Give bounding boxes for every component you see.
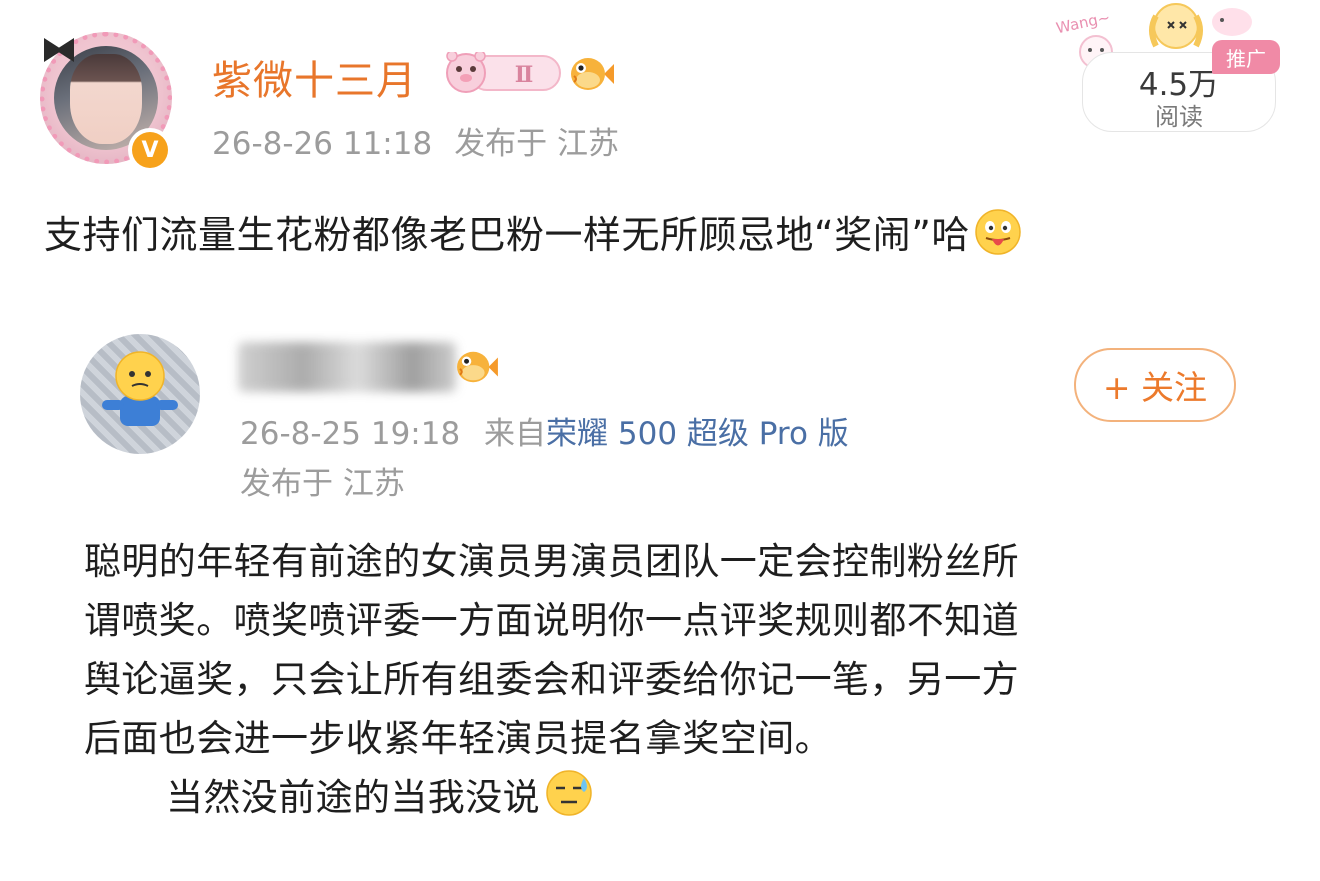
device-link[interactable]: 荣耀 500 超级 Pro 版 [546,416,849,452]
quoted-author-name-blurred[interactable] [238,342,456,392]
quoted-closing-line: 当然没前途的当我没说 [84,768,1204,827]
post-location: 发布于 江苏 [454,126,620,162]
verified-badge-icon: V [128,128,172,172]
svg-text:Wang~: Wang~ [1054,8,1111,37]
author-name[interactable]: 紫微十三月 [212,48,417,106]
tongue-out-emoji-icon [975,209,1021,255]
post-text-content: 支持们流量生花粉都像老巴粉一样无所顾忌地“奖闹”哈 [44,213,970,257]
quoted-body-line: 舆论逼奖，只会让所有组委会和评委给你记一笔，另一方 [84,658,1019,701]
puffer-fish-icon [571,58,614,90]
quoted-closing-text: 当然没前途的当我没说 [166,776,540,819]
read-count-label: 阅读 [1155,103,1203,131]
quoted-body-line: 聪明的年轻有前途的女演员男演员团队一定会控制粉丝所 [84,540,1019,583]
level-badge-icon: Ⅱ [446,52,561,93]
sweat-emoji-icon [546,770,592,816]
post-timestamp: 26-8-26 11:18 [212,126,433,162]
quoted-body-line: 谓喷奖。喷奖喷评委一方面说明你一点评奖规则都不知道 [84,599,1019,642]
svg-text:Ⅱ: Ⅱ [515,62,534,88]
shrug-emoji-icon [102,351,178,426]
post-text: 支持们流量生花粉都像老巴粉一样无所顾忌地“奖闹”哈 [44,204,1022,259]
promo-tag: 推广 [1212,40,1280,74]
quoted-timestamp: 26-8-25 19:18 [240,416,461,452]
quoted-source-prefix: 来自 [484,416,547,452]
quoted-body: 聪明的年轻有前途的女演员男演员团队一定会控制粉丝所 谓喷奖。喷奖喷评委一方面说明… [84,532,1204,827]
post-meta: 26-8-26 11:18 发布于 江苏 [212,118,619,163]
quoted-body-line: 后面也会进一步收紧年轻演员提名拿奖空间。 [84,717,832,760]
puffer-fish-icon [457,351,498,383]
quoted-author-avatar[interactable] [80,334,200,454]
quoted-meta: 26-8-25 19:18 来自荣耀 500 超级 Pro 版 [240,408,849,453]
follow-button[interactable]: + 关注 [1074,348,1236,422]
quoted-location: 发布于 江苏 [240,466,405,502]
